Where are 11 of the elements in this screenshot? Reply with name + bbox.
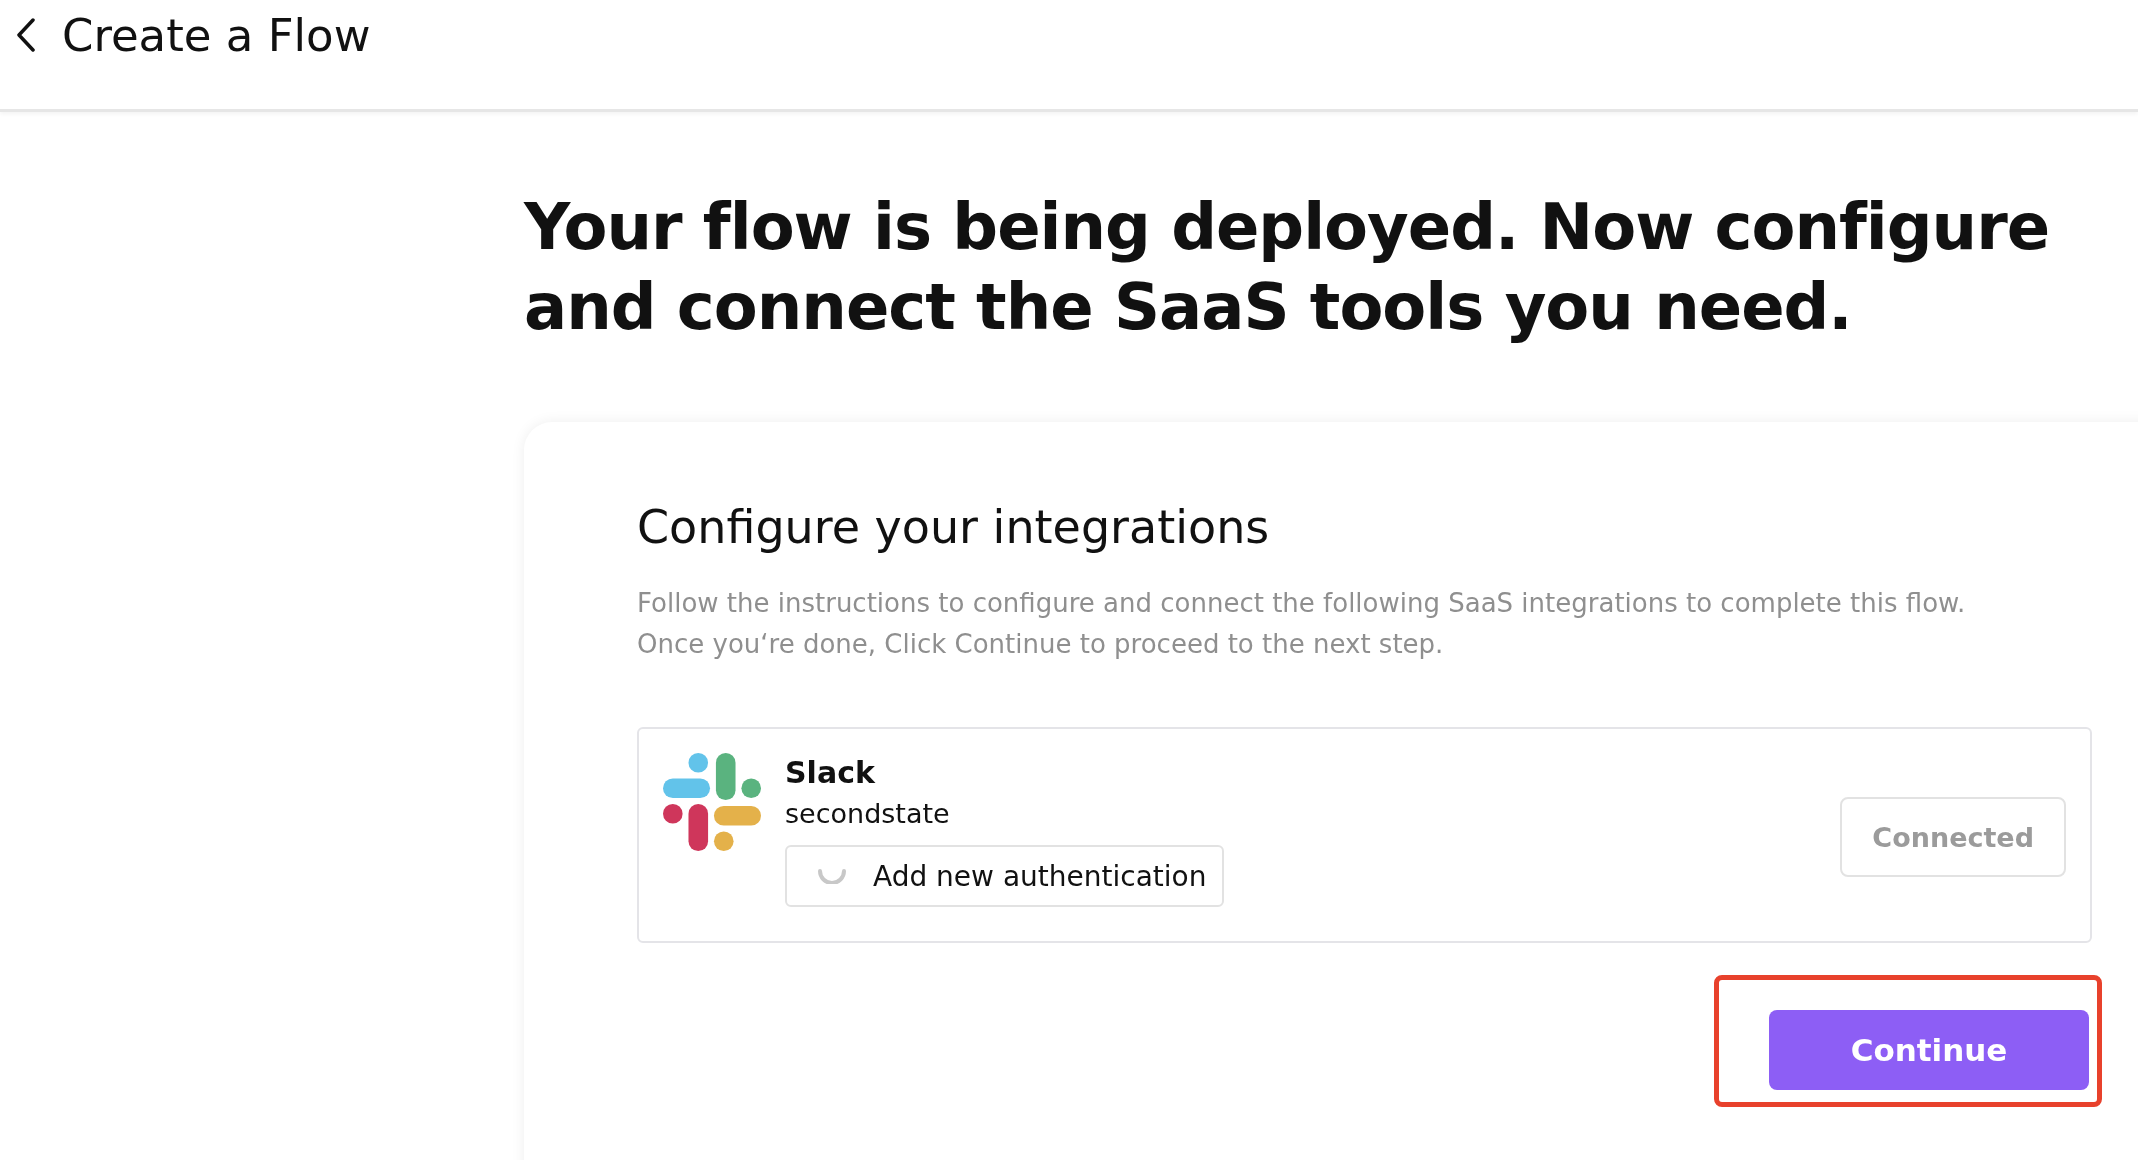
description-text: Follow the instructions to configure and connect the following SaaS integrations to complete this flow. Once you‘re done, Click Continue to proceed to the next step. xyxy=(637,587,1967,661)
hashtag-logo-icon xyxy=(663,753,761,851)
section-title: Configure your integrations xyxy=(637,499,1271,556)
headline: Your flow is being deployed. Now configure and connect the SaaS tools you need. xyxy=(524,189,2051,346)
integration-name: Slack xyxy=(785,754,875,792)
account-name: secondstate xyxy=(785,797,950,831)
add-authentication-button[interactable]: Add new authentication xyxy=(785,845,1225,907)
back-icon[interactable] xyxy=(16,18,36,52)
continue-button[interactable]: Continue xyxy=(1769,1010,2089,1090)
spinner-icon xyxy=(817,868,847,884)
page-title: Create a Flow xyxy=(62,16,371,56)
